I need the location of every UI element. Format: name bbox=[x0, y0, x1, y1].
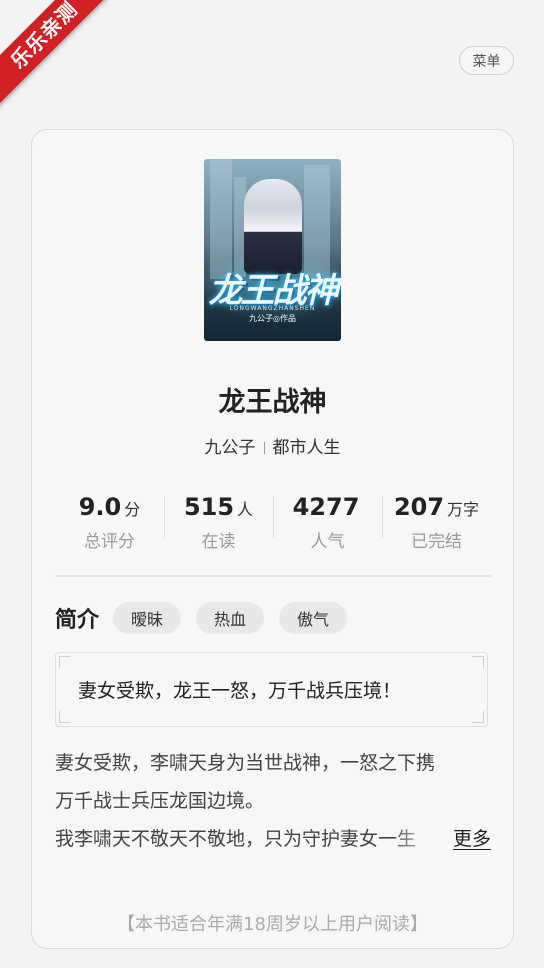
description-line: 万千战士兵压龙国边境。 bbox=[55, 790, 265, 812]
cover-author: 九公子◎作品 bbox=[249, 314, 296, 323]
corner-ornament bbox=[472, 711, 484, 723]
cover-character bbox=[244, 179, 302, 274]
corner-ornament bbox=[59, 656, 71, 668]
tagline-text: 妻女受欺，龙王一怒，万千战兵压境！ bbox=[78, 680, 402, 702]
stat-label: 总评分 bbox=[84, 532, 135, 552]
intro-header: 简介 暧昧 热血 傲气 bbox=[55, 600, 362, 636]
author-name[interactable]: 九公子 bbox=[205, 438, 256, 458]
tagline-box: 妻女受欺，龙王一怒，万千战兵压境！ bbox=[55, 652, 488, 727]
book-category[interactable]: 都市人生 bbox=[273, 438, 341, 458]
stats-row: 9.0 分 总评分 515 人 在读 4277 人气 207 万字 已完结 bbox=[55, 493, 491, 552]
menu-button[interactable]: 菜单 bbox=[459, 46, 514, 75]
age-notice: 【本书适合年满18周岁以上用户阅读】 bbox=[117, 914, 428, 935]
stat-value: 207 bbox=[393, 493, 445, 521]
book-meta: 九公子 都市人生 bbox=[32, 433, 513, 458]
stat-word-count: 207 万字 已完结 bbox=[382, 493, 491, 552]
ribbon-label: 乐乐亲测 bbox=[0, 0, 120, 111]
stat-unit: 人 bbox=[237, 500, 254, 519]
tag-chip[interactable]: 暧昧 bbox=[113, 602, 182, 634]
book-cover[interactable]: 龙王战神 LONGWANGZHANSHEN 九公子◎作品 bbox=[204, 159, 341, 341]
stat-label: 已完结 bbox=[411, 532, 462, 552]
book-title: 龙王战神 bbox=[218, 387, 327, 418]
text-fade bbox=[391, 820, 451, 858]
stat-value: 9.0 bbox=[78, 493, 122, 521]
stat-unit: 分 bbox=[124, 500, 141, 519]
stat-popularity: 4277 人气 bbox=[273, 493, 382, 552]
stat-value: 515 bbox=[183, 493, 235, 521]
stat-readers: 515 人 在读 bbox=[164, 493, 273, 552]
more-link[interactable]: 更多 bbox=[446, 820, 491, 858]
corner-ornament bbox=[59, 711, 71, 723]
stat-label: 在读 bbox=[201, 532, 236, 552]
intro-label: 简介 bbox=[55, 608, 100, 633]
stat-label: 人气 bbox=[310, 532, 345, 552]
corner-ribbon: 乐乐亲测 bbox=[0, 0, 120, 120]
description-last-line: 我李啸天不敬天不敬地，只为守护妻女一生 更多 bbox=[55, 820, 491, 858]
description-line: 妻女受欺，李啸天身为当世战神，一怒之下携 bbox=[55, 752, 436, 774]
stat-value: 4277 bbox=[292, 493, 360, 521]
meta-separator bbox=[263, 442, 265, 454]
section-divider bbox=[55, 575, 491, 577]
book-detail-card: 龙王战神 LONGWANGZHANSHEN 九公子◎作品 龙王战神 九公子 都市人… bbox=[31, 129, 514, 949]
cover-subtitle: LONGWANGZHANSHEN bbox=[229, 305, 316, 312]
stat-rating: 9.0 分 总评分 bbox=[55, 493, 164, 552]
description: 妻女受欺，李啸天身为当世战神，一怒之下携 万千战士兵压龙国边境。 我李啸天不敬天… bbox=[55, 744, 491, 858]
stat-unit: 万字 bbox=[447, 500, 480, 519]
corner-ornament bbox=[472, 656, 484, 668]
tag-chip[interactable]: 热血 bbox=[196, 602, 265, 634]
tag-chip[interactable]: 傲气 bbox=[279, 602, 348, 634]
